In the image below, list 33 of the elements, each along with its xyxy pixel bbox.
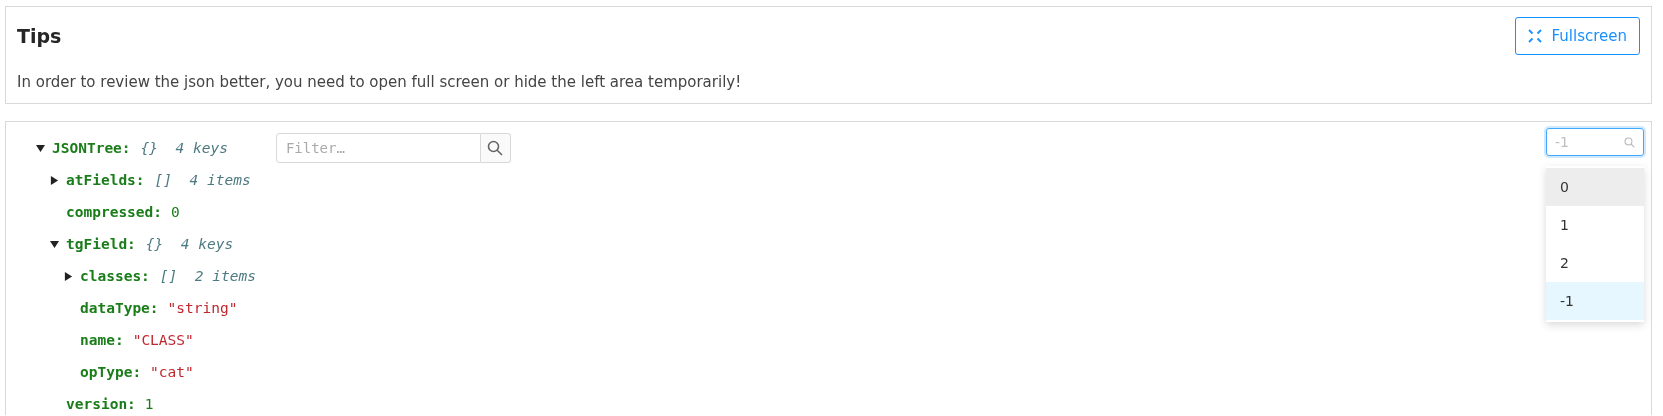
expand-icon [1528,29,1543,43]
node-summary: [] 4 items [154,172,251,188]
node-summary: {} 4 keys [145,236,234,252]
caret-down-icon[interactable] [36,143,45,153]
search-icon [487,140,504,156]
node-value: 0 [171,204,180,220]
tree-key: JSONTree: [52,140,131,156]
node-value: "CLASS" [132,332,194,348]
caret-right-icon[interactable] [64,271,73,281]
dropdown-option[interactable]: 2 [1546,244,1644,282]
dropdown-option[interactable]: 1 [1546,206,1644,244]
tree-key: opType: [80,364,142,380]
filter-field[interactable]: Filter… [275,133,481,163]
search-icon [1624,136,1635,148]
node-value: "cat" [150,364,194,380]
tree-key: compressed: [66,204,163,220]
tree-key: classes: [80,268,150,284]
caret-right-icon[interactable] [50,175,59,185]
node-value: 1 [144,396,154,412]
tree-key: tgField: [66,236,136,252]
caret-down-icon[interactable] [50,239,59,249]
node-value: "string" [167,300,238,316]
tree-key: atFields: [66,172,145,188]
tips-message: In order to review the json better, you need to open full screen or hide the left area temporarily! [17,73,743,91]
node-summary: {} 4 keys [140,140,228,156]
node-summary: [] 2 items [159,268,256,284]
card-title: Tips [17,25,62,47]
tree-key: dataType: [80,300,159,316]
dropdown-option[interactable]: 0 [1546,168,1644,206]
search-button[interactable] [480,133,511,163]
dropdown-option[interactable]: -1 [1546,282,1644,320]
tree-key: version: [66,396,136,412]
tree-key: name: [80,332,124,348]
